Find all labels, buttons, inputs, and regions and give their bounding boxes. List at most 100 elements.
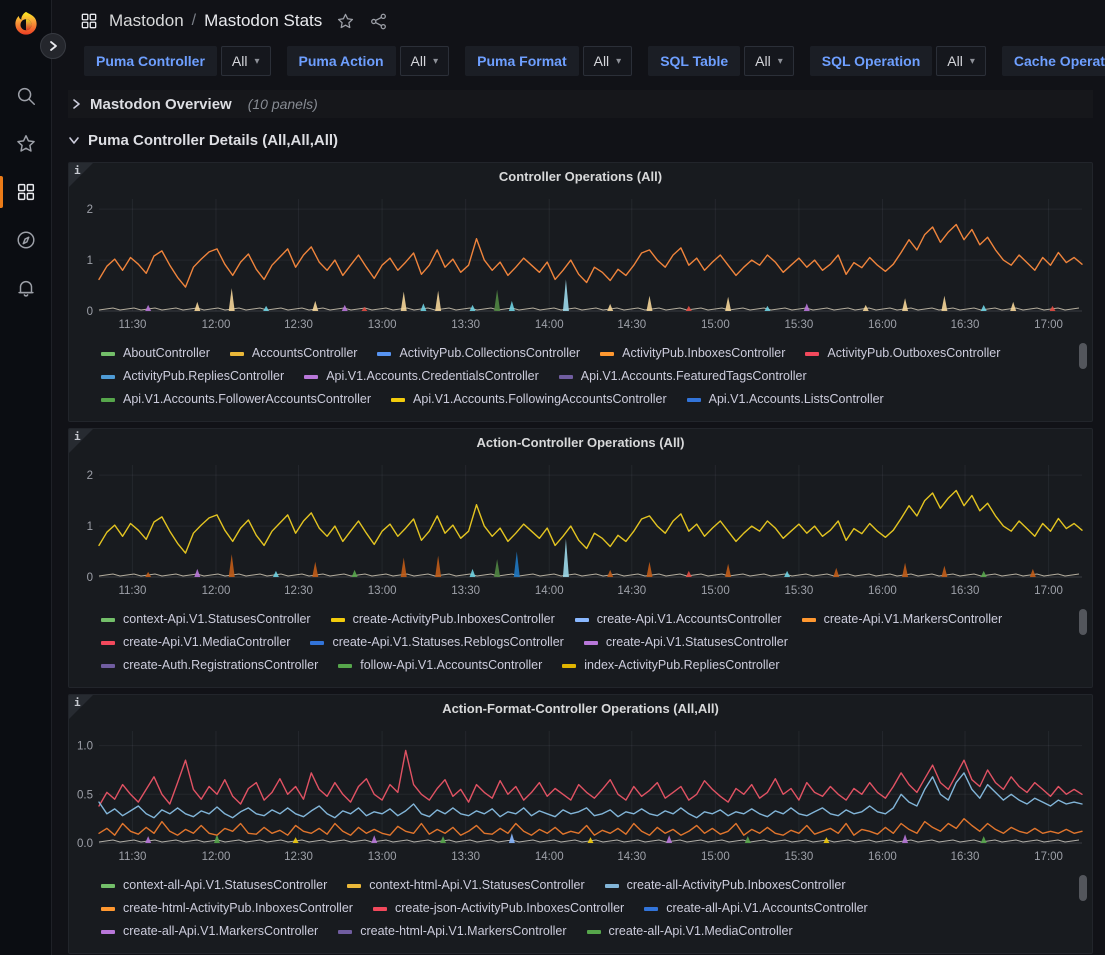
legend-item[interactable]: Api.V1.Accounts.FeaturedTagsController — [559, 365, 807, 388]
legend-item[interactable]: create-all-Api.V1.MarkersController — [101, 920, 318, 943]
filter-label[interactable]: Puma Controller — [84, 46, 217, 76]
panel-title[interactable]: Controller Operations (All) — [499, 169, 662, 184]
legend-item[interactable]: ActivityPub.RepliesController — [101, 365, 284, 388]
panel-info-corner — [69, 429, 93, 453]
sidebar-item-starred[interactable] — [0, 120, 52, 168]
legend-item[interactable]: create-html-ActivityPub.InboxesControlle… — [101, 897, 353, 920]
filter-label[interactable]: Puma Format — [465, 46, 578, 76]
legend-label: create-all-Api.V1.MediaController — [609, 920, 793, 943]
legend-label: AboutController — [123, 342, 210, 365]
legend-swatch — [101, 664, 115, 668]
legend-item[interactable]: follow-Api.V1.AccountsController — [338, 654, 542, 677]
info-icon[interactable]: i — [74, 430, 81, 443]
legend-scrollbar[interactable] — [1079, 609, 1087, 635]
chart-legend: AboutControllerAccountsControllerActivit… — [69, 339, 1092, 421]
legend-item[interactable]: create-json-ActivityPub.InboxesControlle… — [373, 897, 624, 920]
filter-value-dropdown[interactable]: All▾ — [221, 46, 271, 76]
svg-text:13:00: 13:00 — [368, 319, 397, 331]
filter-puma-action: Puma Action All▾ — [287, 46, 450, 76]
legend-item[interactable]: create-Auth.RegistrationsController — [101, 654, 318, 677]
filter-label[interactable]: Cache Operation — [1002, 46, 1105, 76]
legend-item[interactable]: context-Api.V1.StatusesController — [101, 608, 311, 631]
legend-swatch — [377, 352, 391, 356]
legend-item[interactable]: ActivityPub.CollectionsController — [377, 342, 580, 365]
legend-item[interactable]: ActivityPub.OutboxesController — [805, 342, 1000, 365]
filter-label[interactable]: SQL Table — [648, 46, 740, 76]
legend-item[interactable]: Api.V1.Accounts.FollowerAccountsControll… — [101, 388, 371, 411]
legend-swatch — [331, 618, 345, 622]
legend-item[interactable]: create-Api.V1.MarkersController — [802, 608, 1003, 631]
legend-item[interactable]: create-html-Api.V1.MarkersController — [338, 920, 566, 943]
chevron-down-icon: ▾ — [970, 56, 975, 67]
svg-text:12:00: 12:00 — [202, 319, 231, 331]
legend-item[interactable]: context-all-Api.V1.StatusesController — [101, 874, 327, 897]
filter-value-dropdown[interactable]: All▾ — [400, 46, 450, 76]
sidebar-item-alerting[interactable] — [0, 264, 52, 312]
sidebar-item-dashboards[interactable] — [0, 168, 52, 216]
dashboard-grid-icon[interactable] — [79, 11, 99, 31]
row-mastodon-overview[interactable]: Mastodon Overview (10 panels) — [68, 90, 1093, 118]
legend-item[interactable]: create-Api.V1.Statuses.ReblogsController — [310, 631, 563, 654]
panel-header: Action-Format-Controller Operations (All… — [69, 695, 1092, 721]
filter-value-dropdown[interactable]: All▾ — [583, 46, 633, 76]
filter-label[interactable]: SQL Operation — [810, 46, 933, 76]
sidebar-item-search[interactable] — [0, 72, 52, 120]
row-puma-controller-details[interactable]: Puma Controller Details (All,All,All) — [68, 126, 1093, 154]
legend-item[interactable]: context-html-Api.V1.StatusesController — [347, 874, 584, 897]
svg-text:12:00: 12:00 — [202, 585, 231, 597]
filter-value-dropdown[interactable]: All▾ — [744, 46, 794, 76]
legend-swatch — [605, 884, 619, 888]
legend-item[interactable]: index-ActivityPub.RepliesController — [562, 654, 779, 677]
legend-item[interactable]: Api.V1.Accounts.ListsController — [687, 388, 884, 411]
info-icon[interactable]: i — [74, 164, 81, 177]
star-dashboard-button[interactable] — [336, 12, 355, 31]
sidebar-item-explore[interactable] — [0, 216, 52, 264]
legend-item[interactable]: Api.V1.Accounts.FollowingAccountsControl… — [391, 388, 667, 411]
filter-sql-operation: SQL Operation All▾ — [810, 46, 986, 76]
legend-label: ActivityPub.CollectionsController — [399, 342, 580, 365]
legend-item[interactable]: create-Api.V1.AccountsController — [575, 608, 782, 631]
legend-item[interactable]: create-all-Api.V1.MediaController — [587, 920, 793, 943]
legend-label: create-html-Api.V1.MarkersController — [360, 920, 566, 943]
panel-title[interactable]: Action-Format-Controller Operations (All… — [442, 701, 719, 716]
legend-item[interactable]: AccountsController — [230, 342, 358, 365]
timeseries-chart[interactable]: 11:3012:0012:3013:0013:3014:0014:3015:00… — [69, 189, 1092, 339]
svg-text:16:00: 16:00 — [868, 585, 897, 597]
legend-item[interactable]: Api.V1.Accounts.CredentialsController — [304, 365, 539, 388]
svg-text:14:30: 14:30 — [617, 851, 646, 863]
legend-scrollbar[interactable] — [1079, 875, 1087, 901]
legend-swatch — [101, 884, 115, 888]
timeseries-chart[interactable]: 11:3012:0012:3013:0013:3014:0014:3015:00… — [69, 455, 1092, 605]
legend-row: create-html-ActivityPub.InboxesControlle… — [101, 897, 1074, 920]
info-icon[interactable]: i — [74, 696, 81, 709]
filter-value-dropdown[interactable]: All▾ — [936, 46, 986, 76]
legend-item[interactable]: ActivityPub.InboxesController — [600, 342, 785, 365]
legend-item[interactable]: create-Api.V1.StatusesController — [584, 631, 788, 654]
svg-text:16:30: 16:30 — [951, 585, 980, 597]
legend-scrollbar[interactable] — [1079, 343, 1087, 369]
legend-item[interactable]: create-ActivityPub.InboxesController — [331, 608, 555, 631]
svg-text:12:30: 12:30 — [284, 851, 313, 863]
breadcrumb-parent[interactable]: Mastodon — [109, 11, 184, 31]
legend-item[interactable]: create-Api.V1.MediaController — [101, 631, 290, 654]
chart-svg: 11:3012:0012:3013:0013:3014:0014:3015:00… — [69, 721, 1092, 871]
row-panel-count: (10 panels) — [248, 96, 318, 112]
active-indicator — [0, 176, 3, 208]
filter-label[interactable]: Puma Action — [287, 46, 396, 76]
legend-swatch — [562, 664, 576, 668]
legend-label: Api.V1.Accounts.FeaturedTagsController — [581, 365, 807, 388]
panel-header: Action-Controller Operations (All) — [69, 429, 1092, 455]
breadcrumb-separator: / — [192, 12, 196, 30]
panel-title[interactable]: Action-Controller Operations (All) — [477, 435, 685, 450]
svg-text:0: 0 — [87, 306, 93, 318]
legend-swatch — [575, 618, 589, 622]
sidebar-expand-button[interactable] — [40, 33, 66, 59]
legend-item[interactable]: AboutController — [101, 342, 210, 365]
legend-item[interactable]: create-all-ActivityPub.InboxesController — [605, 874, 846, 897]
breadcrumb-current: Mastodon Stats — [204, 11, 322, 31]
legend-label: context-html-Api.V1.StatusesController — [369, 874, 584, 897]
legend-item[interactable]: create-all-Api.V1.AccountsController — [644, 897, 867, 920]
timeseries-chart[interactable]: 11:3012:0012:3013:0013:3014:0014:3015:00… — [69, 721, 1092, 871]
share-dashboard-button[interactable] — [369, 12, 388, 31]
legend-swatch — [559, 375, 573, 379]
